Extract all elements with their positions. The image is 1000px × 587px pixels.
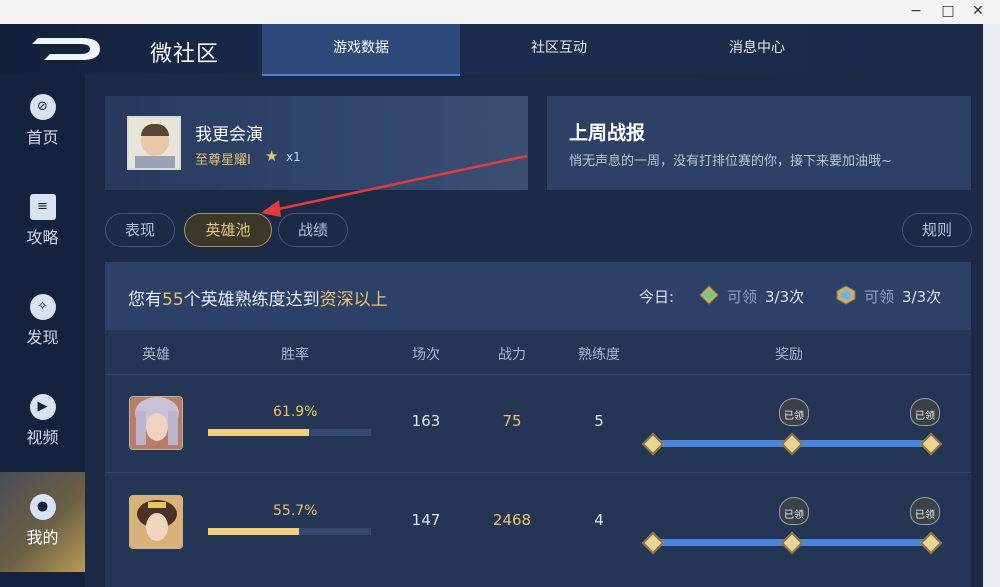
col-matches: 场次	[412, 347, 440, 363]
tab-messages[interactable]: 消息中心	[658, 24, 856, 74]
weekly-subtitle: 悄无声息的一周，没有打排位赛的你，接下来要加油哦~	[569, 154, 892, 169]
app-header: 微社区 游戏数据 社区互动 消息中心	[0, 24, 983, 76]
hero-portrait[interactable]	[129, 396, 183, 450]
winrate-value: 61.9%	[273, 404, 318, 420]
gem-reward-icon[interactable]	[699, 285, 719, 305]
milestone-node-icon	[780, 432, 804, 456]
col-hero: 英雄	[142, 347, 170, 363]
player-rank: 至尊星耀I	[195, 153, 251, 168]
mastery-level: 资深以上	[319, 290, 388, 310]
col-winrate: 胜率	[281, 347, 309, 363]
badge-reward-icon[interactable]	[836, 285, 856, 305]
tab-community[interactable]: 社区互动	[460, 24, 658, 74]
window-titlebar: − □ ✕	[0, 0, 1000, 25]
sidebar-item-label: 我的	[26, 528, 59, 547]
winrate-bar	[208, 528, 371, 535]
app-title: 微社区	[150, 42, 220, 67]
guide-icon: ≡	[29, 194, 56, 220]
home-icon: ⊘	[29, 94, 56, 120]
today-label: 今日:	[639, 288, 675, 306]
player-name: 我更会演	[195, 125, 263, 145]
mastery-value: 4	[594, 511, 604, 529]
tab-game-data[interactable]: 游戏数据	[262, 24, 460, 76]
reward-count: 3/3次	[765, 288, 805, 306]
sidebar-item-home[interactable]: ⊘ 首页	[0, 94, 85, 194]
mastery-summary: 您有55个英雄熟练度达到资深以上	[128, 290, 388, 310]
sidebar-item-label: 视频	[26, 428, 59, 447]
power-value: 2468	[492, 511, 532, 529]
power-value: 75	[502, 412, 522, 430]
reward-status: 可领	[864, 288, 895, 306]
milestone-node-icon	[641, 531, 665, 555]
main-content: 我更会演 至尊星耀I ★ x1 上周战报 悄无声息的一周，没有打排位赛的你，接下…	[85, 74, 983, 587]
annotation-arrow-icon	[261, 154, 528, 217]
reward-count: 3/3次	[902, 288, 942, 306]
claimed-label: 已领	[915, 411, 935, 422]
sidebar-item-me[interactable]: ● 我的	[0, 472, 85, 572]
panel-header: 您有55个英雄熟练度达到资深以上 今日: 可领 3/3次 可领 3/3次	[105, 262, 971, 330]
window-edge	[983, 24, 1000, 587]
hero-portrait[interactable]	[129, 495, 183, 549]
matches-value: 163	[411, 412, 441, 430]
weekly-title: 上周战报	[569, 122, 646, 144]
maximize-button[interactable]: □	[938, 3, 958, 19]
sidebar: ⊘ 首页 ≡ 攻略 ✧ 发现 ▶ 视频 ● 我的	[0, 74, 85, 587]
mastery-count: 55	[162, 290, 184, 310]
col-power: 战力	[498, 347, 526, 363]
weekly-report-card[interactable]: 上周战报 悄无声息的一周，没有打排位赛的你，接下来要加油哦~	[547, 96, 971, 190]
col-mastery: 熟练度	[578, 347, 620, 363]
app-logo	[32, 38, 100, 60]
winrate-bar-fill	[208, 429, 309, 436]
matches-value: 147	[411, 511, 441, 529]
avatar[interactable]	[127, 116, 181, 170]
winrate-value: 55.7%	[273, 503, 318, 519]
claimed-label: 已领	[784, 510, 804, 521]
minimize-button[interactable]: −	[906, 3, 926, 19]
mastery-value: 5	[594, 412, 604, 430]
claimed-label: 已领	[784, 411, 804, 422]
close-button[interactable]: ✕	[968, 3, 988, 19]
rules-button[interactable]: 规则	[902, 213, 972, 247]
sidebar-item-label: 攻略	[26, 228, 59, 247]
winrate-bar-fill	[208, 528, 299, 535]
table-row[interactable]: 55.7% 147 2468 4 已领 已领	[105, 473, 971, 571]
milestone-node-icon	[919, 432, 943, 456]
milestone-node-icon	[780, 531, 804, 555]
sidebar-item-label: 发现	[26, 328, 59, 347]
table-row[interactable]: 61.9% 163 75 5 已领 已领	[105, 374, 971, 472]
milestone-node-icon	[919, 531, 943, 555]
milestone-node-icon	[641, 432, 665, 456]
winrate-bar	[208, 429, 371, 436]
sidebar-item-discover[interactable]: ✧ 发现	[0, 294, 85, 394]
compass-icon: ✧	[29, 294, 56, 320]
hero-pool-panel: 您有55个英雄熟练度达到资深以上 今日: 可领 3/3次 可领 3/3次 英雄 …	[105, 262, 971, 587]
sidebar-item-guide[interactable]: ≡ 攻略	[0, 194, 85, 294]
user-icon: ●	[29, 494, 56, 520]
reward-status: 可领	[727, 288, 758, 306]
tab-performance[interactable]: 表现	[105, 213, 175, 247]
play-icon: ▶	[29, 394, 56, 420]
claimed-label: 已领	[915, 510, 935, 521]
col-reward: 奖励	[775, 347, 803, 363]
sidebar-item-label: 首页	[26, 128, 59, 147]
